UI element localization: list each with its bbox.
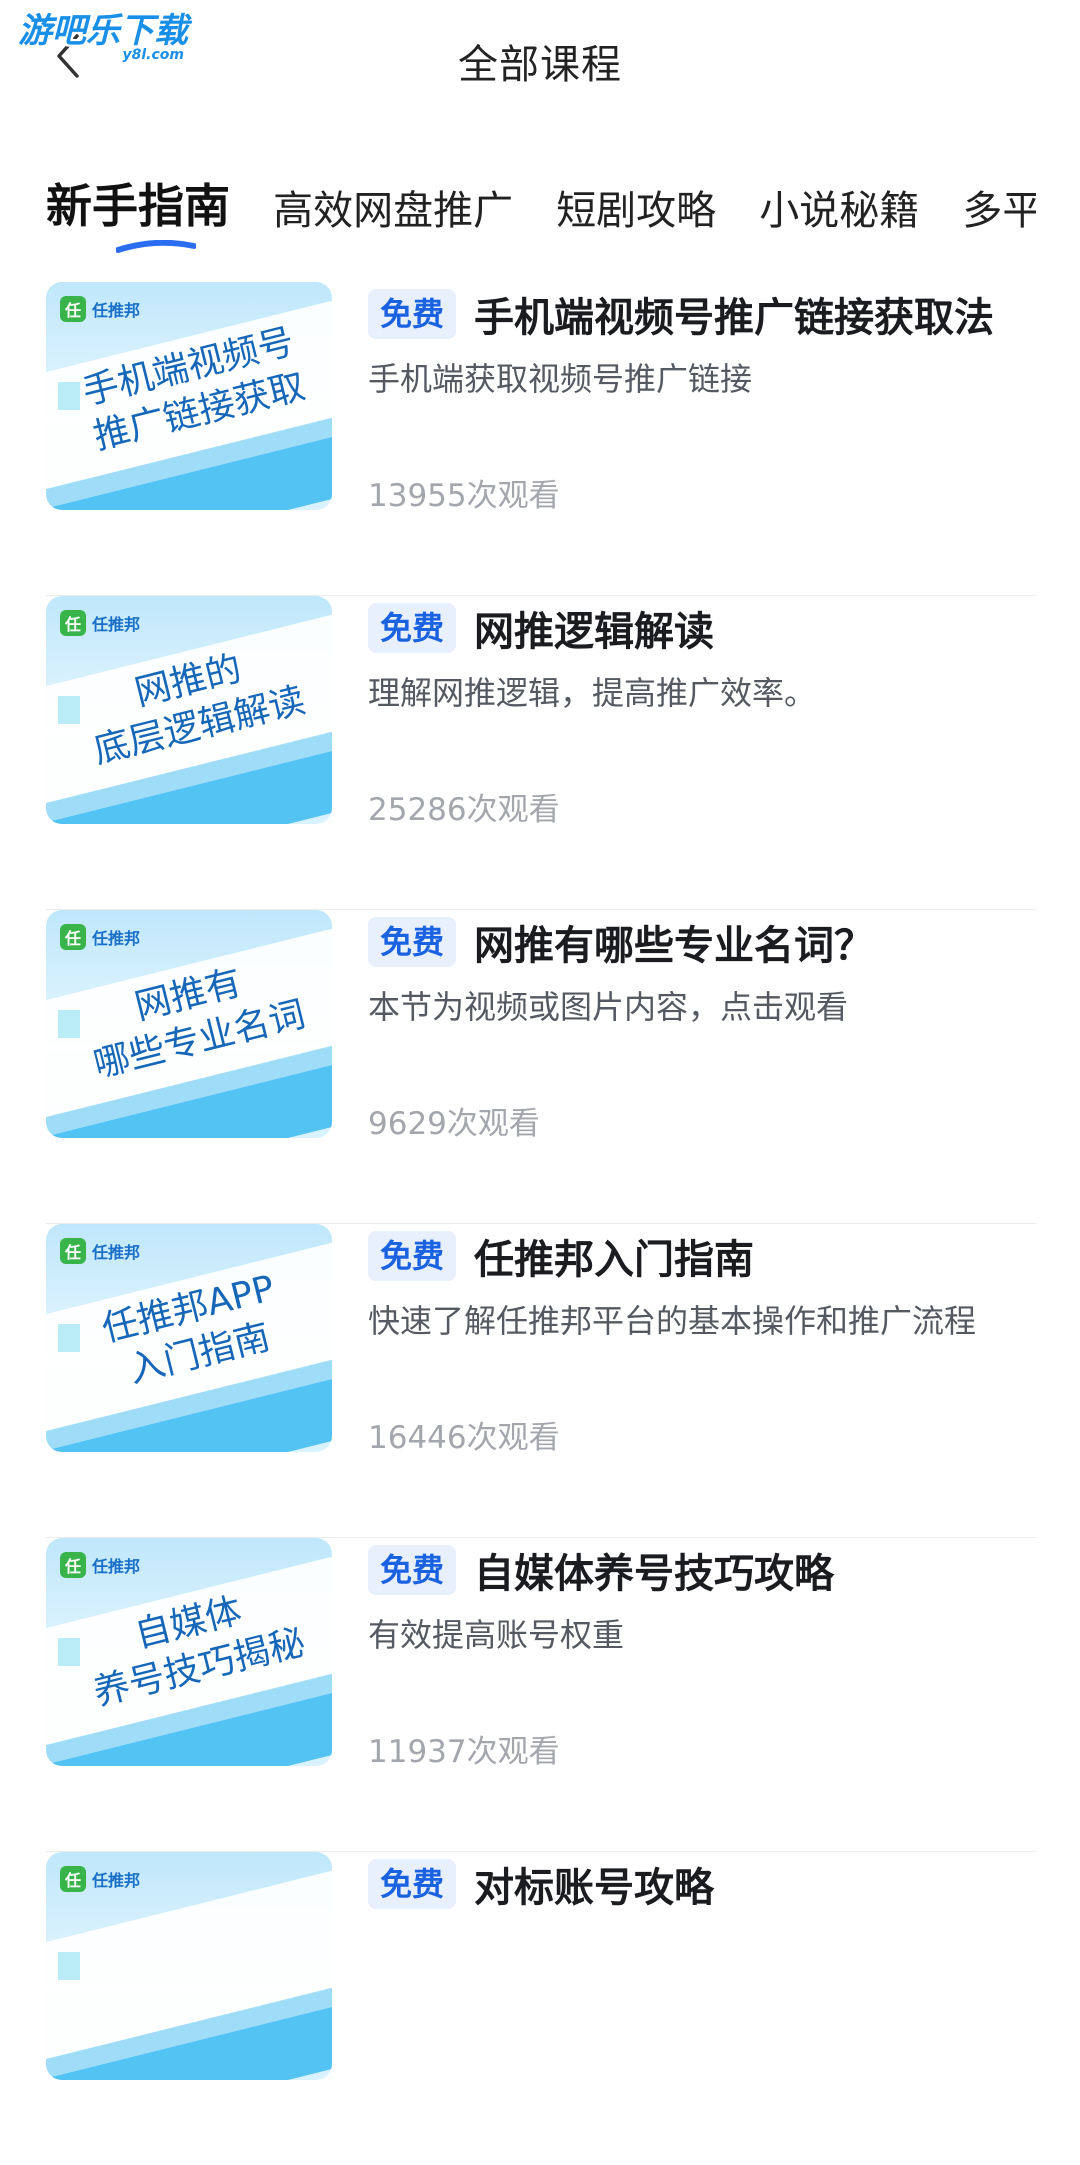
course-title: 网推逻辑解读	[474, 609, 715, 655]
thumb-brand: 任 任推邦	[60, 924, 140, 950]
tab-novel-tips[interactable]: 小说秘籍	[759, 178, 919, 236]
course-item[interactable]: 任 任推邦 网推的 底层逻辑解读 免费 网推逻辑解读 理解网推逻辑，提高推广效率…	[46, 596, 1036, 910]
tab-short-drama[interactable]: 短剧攻略	[556, 178, 716, 236]
course-item[interactable]: 任 任推邦 免费 对标账号攻略	[46, 1852, 1036, 2165]
free-badge: 免费	[368, 917, 457, 967]
free-badge: 免费	[368, 1859, 457, 1909]
thumb-brand: 任 任推邦	[60, 1552, 140, 1578]
course-list: 任 任推邦 手机端视频号 推广链接获取 免费 手机端视频号推广链接获取法 手机端…	[46, 282, 1036, 2165]
free-badge: 免费	[368, 1545, 457, 1595]
tab-label: 短剧攻略	[556, 188, 717, 234]
thumb-brand: 任 任推邦	[60, 1238, 140, 1264]
brand-name: 任推邦	[92, 1243, 141, 1262]
course-thumbnail: 任 任推邦	[46, 1852, 332, 2080]
course-title: 自媒体养号技巧攻略	[474, 1551, 835, 1597]
course-item[interactable]: 任 任推邦 自媒体 养号技巧揭秘 免费 自媒体养号技巧攻略 有效提高账号权重 1…	[46, 1538, 1036, 1852]
tab-label: 高效网盘推广	[273, 188, 514, 234]
brand-name: 任推邦	[92, 301, 141, 320]
tab-label: 小说秘籍	[759, 188, 920, 234]
brand-logo-icon: 任	[60, 1866, 86, 1892]
course-description: 本节为视频或图片内容，点击观看	[368, 988, 849, 1026]
brand-logo-icon: 任	[60, 924, 86, 950]
brand-name: 任推邦	[92, 1871, 141, 1890]
view-count: 13955次观看	[368, 478, 560, 514]
brand-name: 任推邦	[92, 929, 141, 948]
tab-label: 多平台	[962, 188, 1036, 234]
course-item[interactable]: 任 任推邦 任推邦APP 入门指南 免费 任推邦入门指南 快速了解任推邦平台的基…	[46, 1224, 1036, 1538]
brand-logo-icon: 任	[60, 610, 86, 636]
thumb-brand: 任 任推邦	[60, 610, 140, 636]
view-count: 9629次观看	[368, 1106, 540, 1142]
course-description: 有效提高账号权重	[368, 1616, 625, 1654]
course-description: 理解网推逻辑，提高推广效率。	[368, 674, 817, 712]
tab-netdisk-promotion[interactable]: 高效网盘推广	[273, 178, 513, 236]
course-item[interactable]: 任 任推邦 手机端视频号 推广链接获取 免费 手机端视频号推广链接获取法 手机端…	[46, 282, 1036, 596]
course-title: 任推邦入门指南	[474, 1237, 755, 1283]
course-title: 网推有哪些专业名词？	[474, 923, 875, 969]
course-title: 对标账号攻略	[474, 1865, 715, 1911]
thumb-brand: 任 任推邦	[60, 1866, 140, 1892]
course-thumbnail: 任 任推邦 网推的 底层逻辑解读	[46, 596, 332, 824]
view-count: 25286次观看	[368, 792, 560, 828]
course-thumbnail: 任 任推邦 手机端视频号 推广链接获取	[46, 282, 332, 510]
course-title: 手机端视频号推广链接获取法	[474, 295, 995, 341]
course-thumbnail: 任 任推邦 任推邦APP 入门指南	[46, 1224, 332, 1452]
brand-logo-icon: 任	[60, 296, 86, 322]
tab-multi-platform[interactable]: 多平台	[962, 178, 1036, 236]
course-thumbnail: 任 任推邦 网推有 哪些专业名词	[46, 910, 332, 1138]
header: 全部课程 游吧乐下载 y8l.com	[0, 0, 1080, 120]
view-count: 16446次观看	[368, 1420, 560, 1456]
course-thumbnail: 任 任推邦 自媒体 养号技巧揭秘	[46, 1538, 332, 1766]
course-description: 手机端获取视频号推广链接	[368, 360, 753, 398]
thumb-brand: 任 任推邦	[60, 296, 140, 322]
brand-logo-icon: 任	[60, 1552, 86, 1578]
free-badge: 免费	[368, 1231, 457, 1281]
page-title: 全部课程	[458, 42, 622, 88]
category-tabs: 新手指南 高效网盘推广 短剧攻略 小说秘籍 多平台	[46, 170, 1036, 260]
course-description: 快速了解任推邦平台的基本操作和推广流程	[368, 1302, 977, 1340]
course-item[interactable]: 任 任推邦 网推有 哪些专业名词 免费 网推有哪些专业名词？ 本节为视频或图片内…	[46, 910, 1036, 1224]
tab-label: 新手指南	[46, 179, 230, 233]
brand-logo-icon: 任	[60, 1238, 86, 1264]
tab-newbie-guide[interactable]: 新手指南	[46, 170, 230, 253]
free-badge: 免费	[368, 603, 457, 653]
view-count: 11937次观看	[368, 1734, 560, 1770]
brand-name: 任推邦	[92, 1557, 141, 1576]
active-tab-underline	[116, 240, 196, 253]
brand-name: 任推邦	[92, 615, 141, 634]
free-badge: 免费	[368, 289, 457, 339]
